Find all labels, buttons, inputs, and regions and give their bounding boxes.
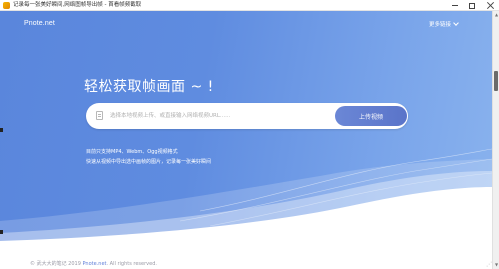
maximize-icon (469, 2, 475, 9)
window-edge-marker (0, 230, 3, 234)
page-viewport: Pnote.net 更多链接 轻松获取帧画面 ~ ! 上传视频 目前只支持MP4… (0, 11, 492, 269)
close-icon (487, 2, 494, 9)
window-title: 记录每一张美好瞬间,网络图帧导出帧 - 首看帧频截取 (13, 2, 142, 8)
minimize-icon (452, 5, 458, 6)
site-logo[interactable]: Pnote.net (24, 20, 55, 27)
maximize-button[interactable] (465, 0, 479, 11)
scroll-up-arrow-icon[interactable]: ▲ (494, 12, 499, 18)
footer: © 武大大的笔记 2019 Pnote.net. All rights rese… (30, 260, 157, 267)
browser-window: 记录每一张美好瞬间,网络图帧导出帧 - 首看帧频截取 Pnote.net 更多链… (0, 0, 499, 269)
scroll-down-arrow-icon[interactable]: ▼ (494, 262, 499, 268)
wave-decoration (0, 148, 492, 269)
supported-formats-text: 目前只支持MP4、Webm、Ogg视频格式 (86, 149, 178, 155)
title-bar: 记录每一张美好瞬间,网络图帧导出帧 - 首看帧频截取 (0, 0, 499, 11)
footer-rights: . All rights reserved. (106, 261, 157, 267)
chevron-down-icon (453, 20, 459, 26)
vertical-scrollbar[interactable]: ▲ ▼ (492, 11, 499, 269)
minimize-button[interactable] (448, 0, 462, 11)
app-icon (3, 2, 10, 9)
video-url-input[interactable] (110, 106, 320, 126)
footer-copyright: © 武大大的笔记 2019 (30, 261, 83, 267)
resize-grip-icon[interactable] (486, 262, 492, 268)
more-links-menu[interactable]: 更多链接 (429, 20, 459, 28)
upload-video-button[interactable]: 上传视频 (335, 106, 407, 126)
footer-site-link[interactable]: Pnote.net (83, 261, 107, 267)
close-button[interactable] (483, 0, 497, 11)
description-text: 快速从视频中导出选中画帧的图片，记录每一张美好瞬间 (86, 159, 212, 165)
page-title: 轻松获取帧画面 ~ ! (84, 79, 214, 95)
video-url-bar: 上传视频 (86, 103, 408, 129)
file-icon[interactable] (96, 111, 103, 120)
scrollbar-thumb[interactable] (494, 71, 498, 91)
window-edge-marker (0, 128, 3, 132)
more-links-label: 更多链接 (429, 22, 452, 28)
